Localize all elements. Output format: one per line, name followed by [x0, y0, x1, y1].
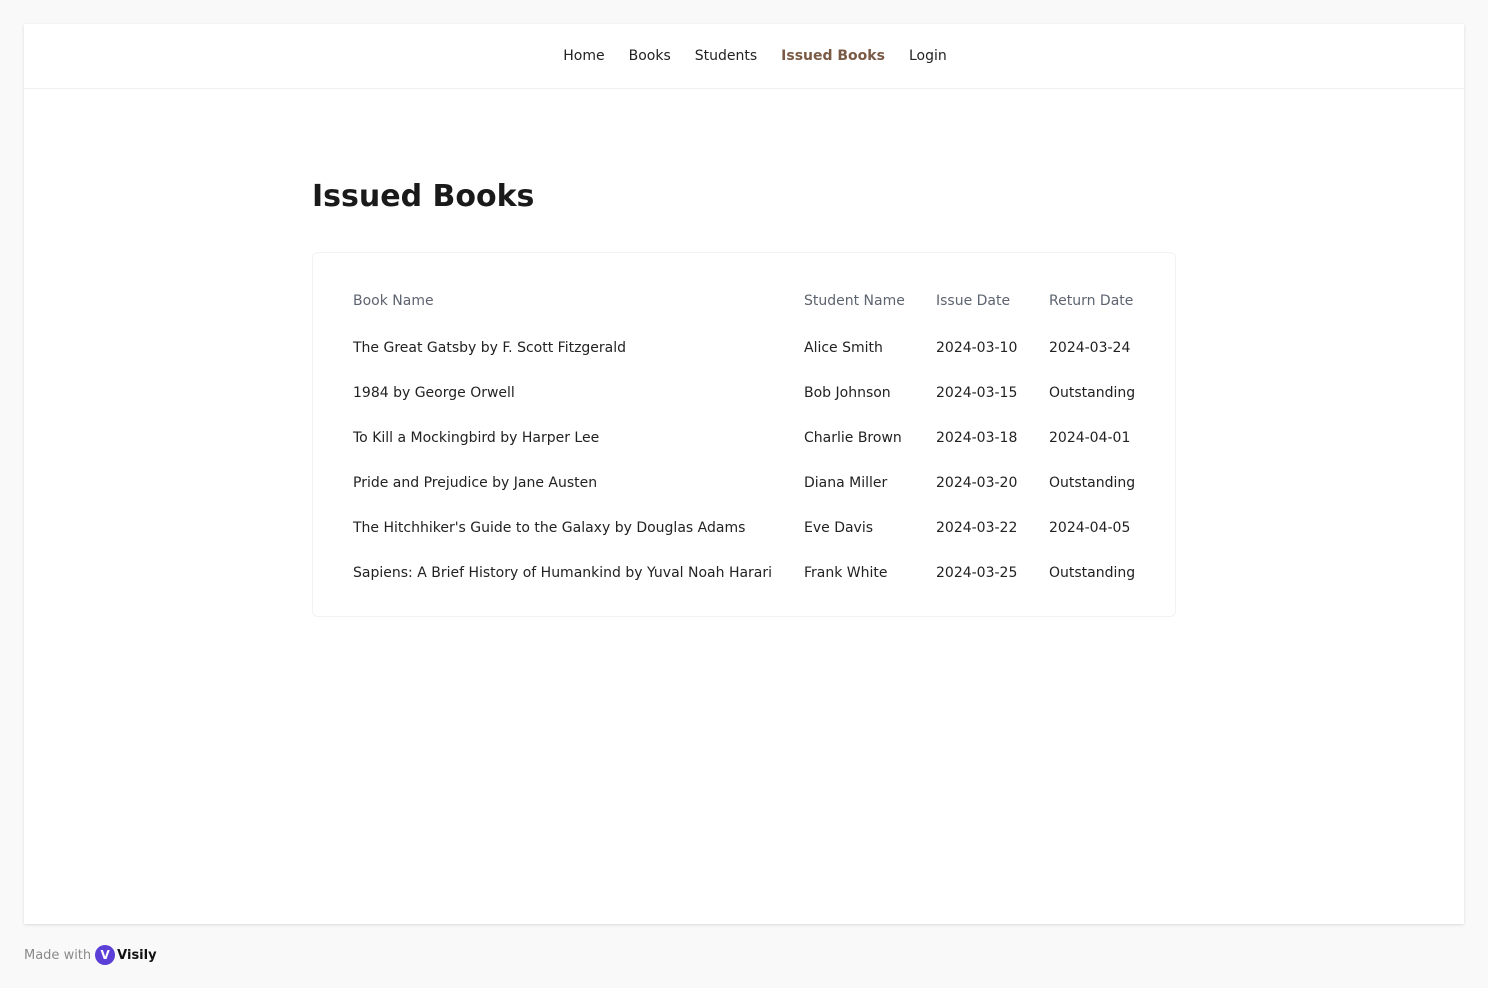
header-return-date: Return Date	[1049, 293, 1134, 309]
cell-issue-date: 2024-03-25	[936, 564, 1018, 581]
cell-return-date: Outstanding	[1049, 474, 1136, 491]
table-row: Sapiens: A Brief History of Humankind by…	[353, 550, 1149, 595]
table-row: The Great Gatsby by F. Scott Fitzgerald …	[353, 325, 1149, 370]
table-header-row: Book Name Student Name Issue Date Return…	[353, 289, 1149, 325]
header-issue-date: Issue Date	[936, 293, 1011, 309]
nav-item-issued-books[interactable]: Issued Books	[781, 48, 885, 64]
app-frame: Home Books Students Issued Books Login I…	[24, 24, 1464, 924]
issued-books-card: Book Name Student Name Issue Date Return…	[312, 252, 1176, 617]
cell-return-date: 2024-04-05	[1049, 519, 1131, 536]
cell-return-date: 2024-04-01	[1049, 429, 1131, 446]
cell-return-date: Outstanding	[1049, 384, 1136, 401]
made-with-label: Made with	[24, 947, 92, 963]
cell-student-name: Frank White	[804, 564, 888, 581]
cell-book-name: The Great Gatsby by F. Scott Fitzgerald	[353, 339, 627, 356]
nav-item-login[interactable]: Login	[909, 48, 947, 64]
cell-book-name: The Hitchhiker's Guide to the Galaxy by …	[353, 519, 746, 536]
table-row: To Kill a Mockingbird by Harper Lee Char…	[353, 415, 1149, 460]
page-title: Issued Books	[312, 179, 535, 214]
issued-books-table: Book Name Student Name Issue Date Return…	[353, 289, 1149, 595]
cell-book-name: 1984 by George Orwell	[353, 384, 515, 401]
cell-student-name: Eve Davis	[804, 519, 874, 536]
table-row: The Hitchhiker's Guide to the Galaxy by …	[353, 505, 1149, 550]
cell-issue-date: 2024-03-20	[936, 474, 1018, 491]
cell-issue-date: 2024-03-18	[936, 429, 1018, 446]
cell-book-name: Pride and Prejudice by Jane Austen	[353, 474, 598, 491]
visily-brand-text: Visily	[117, 947, 157, 963]
cell-student-name: Charlie Brown	[804, 429, 902, 446]
nav-item-students[interactable]: Students	[695, 48, 757, 64]
visily-logo[interactable]: V Visily	[95, 945, 157, 965]
cell-student-name: Bob Johnson	[804, 384, 891, 401]
cell-student-name: Alice Smith	[804, 339, 883, 356]
cell-return-date: 2024-03-24	[1049, 339, 1131, 356]
header-book-name: Book Name	[353, 293, 434, 309]
cell-issue-date: 2024-03-15	[936, 384, 1018, 401]
visily-logo-icon: V	[95, 945, 116, 965]
cell-issue-date: 2024-03-22	[936, 519, 1018, 536]
table-row: 1984 by George Orwell Bob Johnson 2024-0…	[353, 370, 1149, 415]
cell-book-name: To Kill a Mockingbird by Harper Lee	[353, 429, 600, 446]
cell-issue-date: 2024-03-10	[936, 339, 1018, 356]
cell-student-name: Diana Miller	[804, 474, 888, 491]
made-with-footer[interactable]: Made with V Visily	[24, 945, 157, 965]
nav-item-home[interactable]: Home	[563, 48, 604, 64]
cell-return-date: Outstanding	[1049, 564, 1136, 581]
nav-item-books[interactable]: Books	[629, 48, 671, 64]
header-student-name: Student Name	[804, 293, 905, 309]
top-nav: Home Books Students Issued Books Login	[24, 24, 1464, 89]
table-row: Pride and Prejudice by Jane Austen Diana…	[353, 460, 1149, 505]
cell-book-name: Sapiens: A Brief History of Humankind by…	[353, 564, 773, 581]
